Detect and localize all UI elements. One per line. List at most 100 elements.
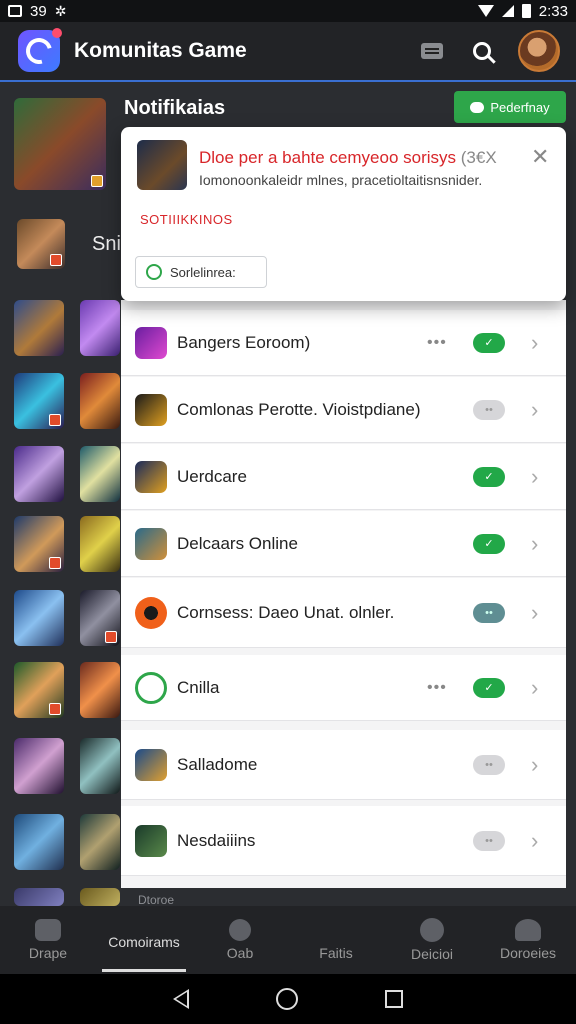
chevron-right-icon[interactable]: › — [531, 675, 538, 701]
game-icon — [135, 460, 167, 493]
chevron-right-icon[interactable]: › — [531, 828, 538, 854]
nav-item-events[interactable]: Faitis — [288, 906, 384, 974]
home-circle-icon[interactable] — [275, 988, 298, 1010]
badge-icon — [49, 557, 61, 569]
game-thumbnail[interactable] — [80, 662, 120, 718]
popup-subtitle: Iomonoonkaleidr mlnes, pracetioltaitisns… — [199, 172, 483, 188]
toggle-switch[interactable]: ✓ — [473, 677, 505, 698]
game-thumbnail[interactable] — [14, 738, 64, 794]
game-name: Nesdaiiins — [177, 830, 256, 850]
nav-item-profile[interactable]: Doroeies — [480, 906, 576, 974]
list-item[interactable]: Bangers Eoroom) ••• ✓ › — [121, 310, 566, 376]
notifications-heading: Notifikaias — [124, 97, 226, 119]
game-thumbnail[interactable] — [80, 300, 120, 356]
green-action-label: Pederfnay — [490, 99, 550, 115]
toggle-switch[interactable]: •• — [473, 754, 505, 775]
game-thumbnail[interactable] — [14, 373, 64, 429]
more-icon[interactable]: ••• — [427, 334, 447, 352]
list-item[interactable]: Cnilla ••• ✓ › — [121, 655, 566, 721]
notification-icon — [8, 5, 22, 17]
game-icon — [135, 393, 167, 426]
game-thumbnail[interactable] — [80, 373, 120, 429]
chat-button[interactable] — [418, 37, 446, 65]
game-thumbnail[interactable] — [17, 219, 65, 269]
app-header: Komunitas Game — [0, 22, 576, 82]
game-thumbnail[interactable] — [14, 814, 64, 870]
popup-title-text: Dloe per a bahte cemyeoo sorisys — [199, 148, 457, 167]
game-thumbnail[interactable] — [80, 888, 120, 906]
game-thumbnail[interactable] — [14, 888, 64, 906]
toggle-switch[interactable]: •• — [473, 602, 505, 623]
list-item[interactable]: Comlonas Perotte. Vioistpdiane) •• › — [121, 377, 566, 443]
nav-item-home[interactable]: Drape — [0, 906, 96, 974]
chevron-right-icon[interactable]: › — [531, 600, 538, 626]
profile-icon — [515, 919, 541, 941]
game-thumbnail[interactable] — [14, 300, 64, 356]
game-thumbnail[interactable] — [14, 662, 64, 718]
back-icon[interactable] — [173, 989, 190, 1009]
game-thumbnail[interactable] — [80, 590, 120, 646]
badge-icon — [49, 414, 61, 426]
game-thumbnail[interactable] — [80, 814, 120, 870]
game-thumbnail[interactable] — [14, 446, 64, 502]
nav-label: Comoirams — [108, 934, 180, 950]
chevron-right-icon[interactable]: › — [531, 752, 538, 778]
toggle-switch[interactable]: ✓ — [473, 466, 505, 487]
app-logo-icon[interactable] — [18, 28, 62, 72]
featured-game-thumbnail[interactable] — [14, 98, 106, 190]
toggle-switch[interactable]: •• — [473, 399, 505, 420]
nav-label: Doroeies — [499, 945, 557, 961]
popup-action-button[interactable]: Sorlelinrea: — [135, 256, 267, 288]
status-bar: 39 ✲ 2:33 — [0, 0, 576, 22]
search-button[interactable] — [468, 37, 496, 65]
battery-icon — [521, 4, 531, 18]
wifi-icon — [477, 5, 494, 17]
game-icon — [135, 824, 167, 857]
green-action-button[interactable]: Pederfnay — [454, 91, 566, 123]
game-thumbnail[interactable] — [80, 516, 120, 572]
game-name: Cornsess: Daeo Unat. olnler. — [177, 602, 395, 622]
chevron-right-icon[interactable]: › — [531, 531, 538, 557]
app-title: Komunitas Game — [74, 39, 247, 62]
user-avatar[interactable] — [518, 30, 560, 72]
home-icon — [35, 919, 61, 941]
toggle-switch[interactable]: ✓ — [473, 332, 505, 353]
game-name: Salladome — [177, 754, 258, 774]
list-item[interactable]: Salladome •• › — [121, 730, 566, 800]
nav-item-chat[interactable]: Oab — [192, 906, 288, 974]
search-icon — [229, 919, 251, 941]
game-icon — [135, 671, 167, 704]
nav-label: Oab — [226, 945, 254, 961]
list-item[interactable]: Nesdaiiins •• › — [121, 806, 566, 876]
toggle-switch[interactable]: •• — [473, 830, 505, 851]
game-icon — [135, 748, 167, 781]
game-thumbnail[interactable] — [80, 738, 120, 794]
nav-item-communities[interactable]: Comoirams — [96, 906, 192, 974]
nav-peek-label: Dtoroe — [138, 893, 175, 907]
list-item[interactable]: Cornsess: Daeo Unat. olnler. •• › — [121, 578, 566, 648]
toggle-switch[interactable]: ✓ — [473, 533, 505, 554]
game-thumbnail[interactable] — [80, 446, 120, 502]
badge-icon — [49, 703, 61, 715]
background-snippet: Sni — [92, 233, 121, 255]
game-name: Comlonas Perotte. Vioistpdiane) — [177, 399, 421, 419]
game-name: Uerdcare — [177, 466, 247, 486]
events-icon — [323, 919, 349, 941]
chevron-right-icon[interactable]: › — [531, 330, 538, 356]
signal-icon — [501, 5, 514, 17]
status-time: 2:33 — [538, 2, 568, 20]
chevron-right-icon[interactable]: › — [531, 464, 538, 490]
popup-section-label: SOTIIIKKINOS — [140, 212, 233, 227]
list-item[interactable]: Delcaars Online ✓ › — [121, 511, 566, 577]
more-icon[interactable]: ••• — [427, 679, 447, 697]
badge-icon — [105, 631, 117, 643]
popup-title: Dloe per a bahte cemyeoo sorisys (3€X — [199, 148, 497, 168]
close-icon[interactable]: ✕ — [531, 144, 549, 170]
recents-icon[interactable] — [384, 990, 403, 1008]
chevron-right-icon[interactable]: › — [531, 397, 538, 423]
popup-action-label: Sorlelinrea: — [170, 264, 236, 280]
nav-item-details[interactable]: Deicioi — [384, 906, 480, 974]
game-thumbnail[interactable] — [14, 516, 64, 572]
game-thumbnail[interactable] — [14, 590, 64, 646]
list-item[interactable]: Uerdcare ✓ › — [121, 444, 566, 510]
